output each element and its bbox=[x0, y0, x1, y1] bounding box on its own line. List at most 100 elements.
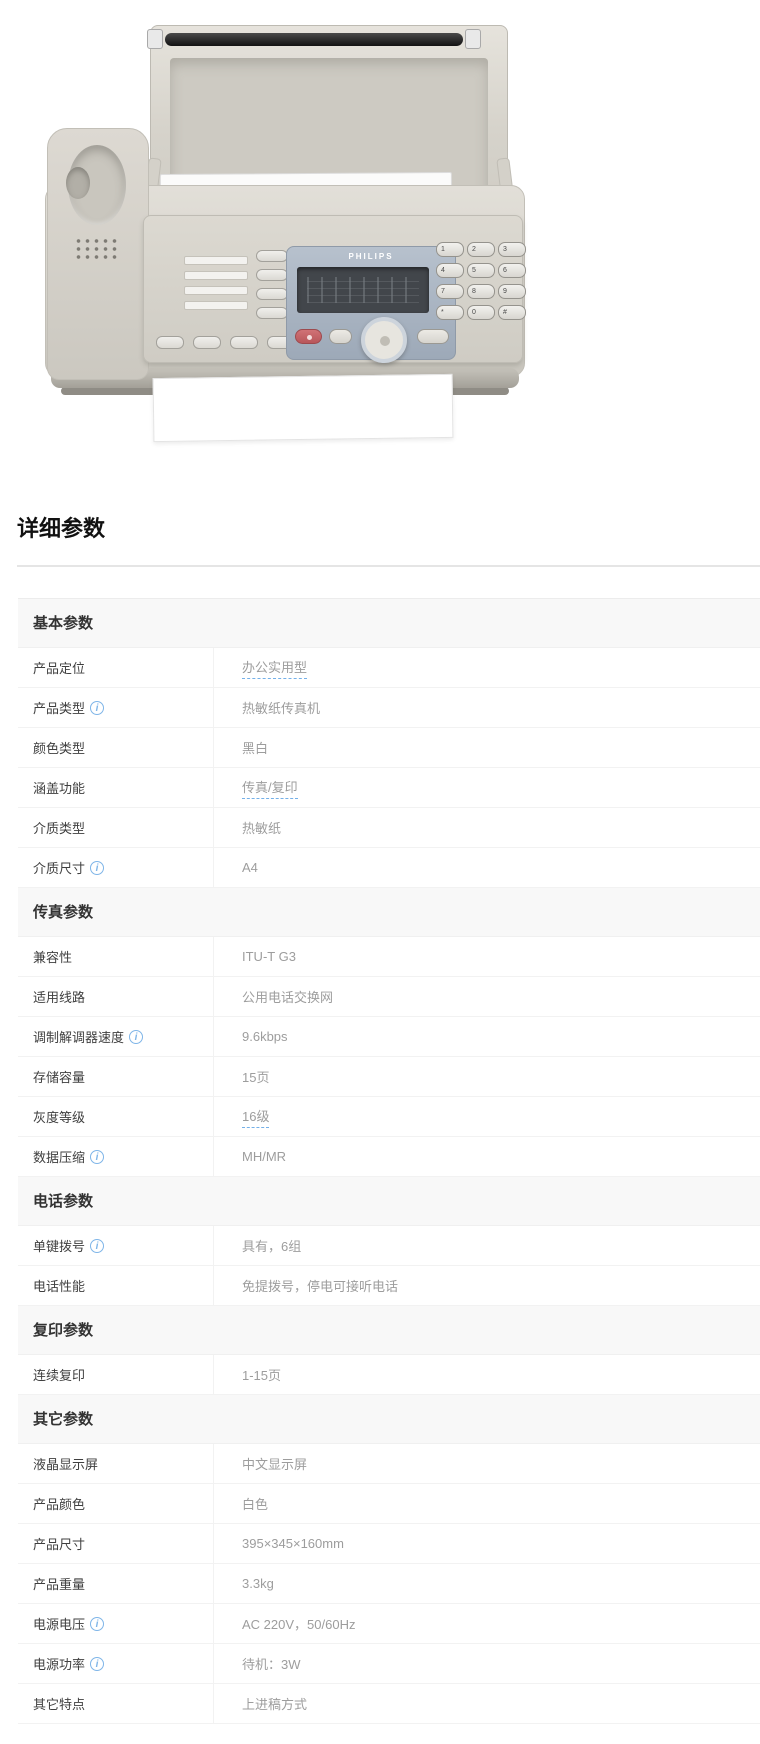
spec-label: 涵盖功能 bbox=[18, 768, 214, 807]
spec-value: A4 bbox=[214, 848, 760, 887]
roller-cap-left bbox=[147, 29, 163, 49]
keypad-key: # bbox=[498, 305, 526, 320]
spec-label-text: 适用线路 bbox=[33, 990, 86, 1005]
spec-value: 热敏纸传真机 bbox=[214, 688, 760, 727]
spec-value-text: 白色 bbox=[242, 1497, 269, 1512]
spec-value: 15页 bbox=[214, 1057, 760, 1096]
spec-label-text: 存储容量 bbox=[33, 1070, 86, 1085]
table-row: 产品尺寸 395×345×160mm bbox=[18, 1524, 760, 1564]
speaker-holes bbox=[74, 237, 118, 263]
spec-label: 产品重量 bbox=[18, 1564, 214, 1603]
table-row: 产品类型 i 热敏纸传真机 bbox=[18, 688, 760, 728]
function-buttons bbox=[156, 336, 304, 354]
spec-label: 灰度等级 bbox=[18, 1097, 214, 1136]
spec-label: 介质类型 bbox=[18, 808, 214, 847]
section-header-fax: 传真参数 bbox=[18, 888, 760, 937]
spec-value: 9.6kbps bbox=[214, 1017, 760, 1056]
table-row: 产品颜色 白色 bbox=[18, 1484, 760, 1524]
table-row: 其它特点 上进稿方式 bbox=[18, 1684, 760, 1724]
info-icon[interactable]: i bbox=[90, 1149, 105, 1164]
table-row: 电源电压 i AC 220V，50/60Hz bbox=[18, 1604, 760, 1644]
spec-value-text: ITU-T G3 bbox=[242, 949, 296, 964]
table-row: 介质尺寸 i A4 bbox=[18, 848, 760, 888]
spec-label: 产品尺寸 bbox=[18, 1524, 214, 1563]
spec-value-link[interactable]: 16级 bbox=[242, 1106, 270, 1128]
section-header-copy: 复印参数 bbox=[18, 1306, 760, 1355]
fax-machine-illustration: PHILIPS 1 2 3 4 5 6 7 8 9 * 0 # bbox=[45, 10, 526, 445]
spec-label-text: 连续复印 bbox=[33, 1368, 86, 1383]
spec-label-text: 单键拨号 bbox=[33, 1239, 86, 1254]
spec-value-text: 3.3kg bbox=[242, 1576, 274, 1591]
table-row: 涵盖功能 传真/复印 bbox=[18, 768, 760, 808]
lcd-display bbox=[297, 267, 429, 313]
spec-label-text: 调制解调器速度 bbox=[33, 1030, 125, 1045]
spec-value: 热敏纸 bbox=[214, 808, 760, 847]
spec-value-text: A4 bbox=[242, 860, 258, 875]
spec-value: 395×345×160mm bbox=[214, 1524, 760, 1563]
table-row: 适用线路 公用电话交换网 bbox=[18, 977, 760, 1017]
spec-value-link[interactable]: 办公实用型 bbox=[242, 657, 308, 679]
spec-value: 传真/复印 bbox=[214, 768, 760, 807]
spec-value: 公用电话交换网 bbox=[214, 977, 760, 1016]
branded-panel: PHILIPS bbox=[286, 246, 456, 363]
info-icon[interactable]: i bbox=[129, 1029, 144, 1044]
table-row: 数据压缩 i MH/MR bbox=[18, 1137, 760, 1177]
spec-label-text: 电话性能 bbox=[33, 1279, 86, 1294]
spec-label-text: 产品颜色 bbox=[33, 1497, 86, 1512]
table-row: 电源功率 i 待机：3W bbox=[18, 1644, 760, 1684]
info-icon[interactable]: i bbox=[90, 1238, 105, 1253]
dial-button bbox=[361, 317, 407, 363]
spec-value-link[interactable]: 传真/复印 bbox=[242, 777, 298, 799]
spec-value: 办公实用型 bbox=[214, 648, 760, 687]
spec-value-text: 1-15页 bbox=[242, 1368, 282, 1383]
spec-table: 基本参数 产品定位 办公实用型 产品类型 i 热敏纸传真机 颜色类型 黑白 涵盖功… bbox=[18, 598, 760, 1724]
spec-value-text: 上进稿方式 bbox=[242, 1697, 308, 1712]
table-row: 产品重量 3.3kg bbox=[18, 1564, 760, 1604]
info-icon[interactable]: i bbox=[90, 700, 105, 715]
keypad-key: 5 bbox=[467, 263, 495, 278]
spec-label-text: 产品尺寸 bbox=[33, 1537, 86, 1552]
copy-button bbox=[417, 329, 449, 344]
spec-label-text: 电源功率 bbox=[33, 1657, 86, 1672]
section-header-other: 其它参数 bbox=[18, 1395, 760, 1444]
info-icon[interactable]: i bbox=[90, 1656, 105, 1671]
spec-label: 电话性能 bbox=[18, 1266, 214, 1305]
spec-label-text: 液晶显示屏 bbox=[33, 1457, 99, 1472]
spec-label: 数据压缩 i bbox=[18, 1137, 214, 1176]
spec-label-text: 电源电压 bbox=[33, 1617, 86, 1632]
spec-label-text: 颜色类型 bbox=[33, 741, 86, 756]
spec-label: 存储容量 bbox=[18, 1057, 214, 1096]
spec-value: 待机：3W bbox=[214, 1644, 760, 1683]
section-header-basic: 基本参数 bbox=[18, 599, 760, 648]
spec-value-text: AC 220V，50/60Hz bbox=[242, 1617, 356, 1632]
speed-dial-buttons bbox=[256, 250, 288, 326]
spec-label: 其它特点 bbox=[18, 1684, 214, 1723]
info-icon[interactable]: i bbox=[90, 860, 105, 875]
table-row: 灰度等级 16级 bbox=[18, 1097, 760, 1137]
info-icon[interactable]: i bbox=[90, 1616, 105, 1631]
keypad-key: 0 bbox=[467, 305, 495, 320]
spec-value: AC 220V，50/60Hz bbox=[214, 1604, 760, 1643]
spec-label: 电源功率 i bbox=[18, 1644, 214, 1683]
spec-value-text: 具有，6组 bbox=[242, 1239, 302, 1254]
spec-value-text: 中文显示屏 bbox=[242, 1457, 308, 1472]
spec-label: 产品颜色 bbox=[18, 1484, 214, 1523]
table-row: 连续复印 1-15页 bbox=[18, 1355, 760, 1395]
spec-value-text: 395×345×160mm bbox=[242, 1536, 344, 1551]
keypad-key: 4 bbox=[436, 263, 464, 278]
spec-label: 产品类型 i bbox=[18, 688, 214, 727]
keypad-key: 1 bbox=[436, 242, 464, 257]
fax-roller-bar bbox=[165, 33, 463, 46]
spec-value-text: 9.6kbps bbox=[242, 1029, 288, 1044]
spec-label: 单键拨号 i bbox=[18, 1226, 214, 1265]
spec-value: 免提拨号，停电可接听电话 bbox=[214, 1266, 760, 1305]
spec-value-text: 热敏纸传真机 bbox=[242, 701, 321, 716]
spec-value-text: 15页 bbox=[242, 1070, 270, 1085]
spec-label: 电源电压 i bbox=[18, 1604, 214, 1643]
spec-label: 兼容性 bbox=[18, 937, 214, 976]
spec-value: 16级 bbox=[214, 1097, 760, 1136]
table-row: 调制解调器速度 i 9.6kbps bbox=[18, 1017, 760, 1057]
spec-label: 产品定位 bbox=[18, 648, 214, 687]
heading-divider bbox=[17, 565, 760, 567]
keypad-key: 2 bbox=[467, 242, 495, 257]
